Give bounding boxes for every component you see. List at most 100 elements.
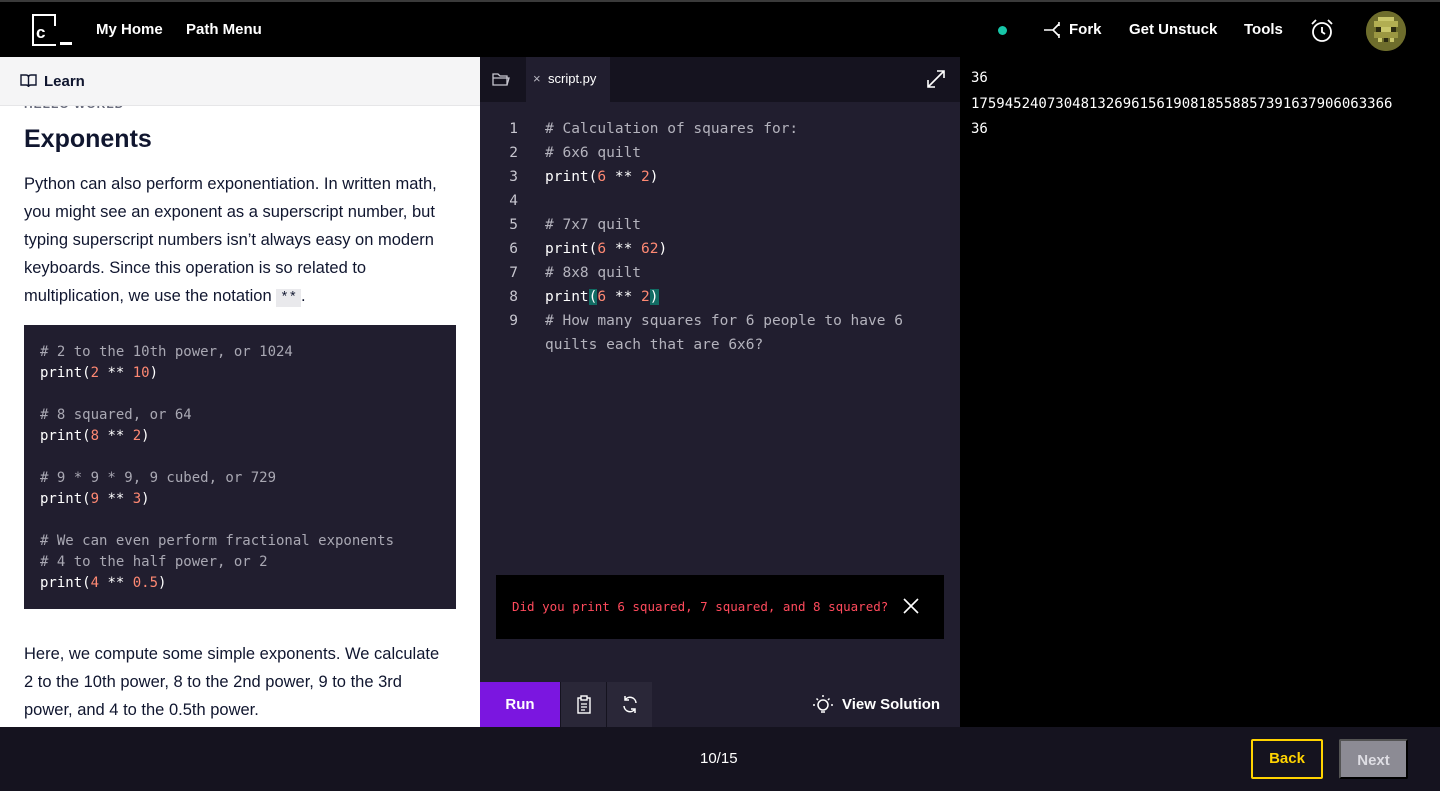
line-content[interactable]: print(6 ** 2) (545, 285, 659, 309)
my-home-link[interactable]: My Home (96, 21, 163, 38)
editor-line[interactable]: 1 # Calculation of squares for: (480, 117, 960, 141)
code-number: 3 (132, 491, 142, 507)
code-operator: ** (99, 575, 133, 591)
editor-line[interactable]: 5 # 7x7 quilt (480, 213, 960, 237)
output-terminal: 36 17594524073048132696156190818558857391… (960, 57, 1440, 727)
book-icon (20, 74, 37, 88)
avatar[interactable] (1366, 11, 1406, 51)
reset-code-button[interactable] (606, 682, 652, 727)
editor-line[interactable]: 6 print(6 ** 62) (480, 237, 960, 261)
lightbulb-icon (813, 694, 833, 713)
fork-icon[interactable] (1043, 21, 1063, 39)
code-token: print( (40, 365, 91, 381)
codecademy-logo[interactable]: c (32, 14, 74, 48)
code-sample-line: # We can even perform fractional exponen… (40, 531, 440, 552)
line-content[interactable]: # 6x6 quilt (545, 141, 641, 165)
code-number: 9 (90, 491, 100, 507)
next-button[interactable]: Next (1339, 739, 1408, 779)
code-operator: ** (99, 491, 133, 507)
avatar-pixel-icon (1366, 11, 1406, 51)
lesson-progress: 10/15 (700, 750, 738, 767)
code-comment: # 8x8 quilt (545, 265, 642, 281)
code-number: 0.5 (132, 575, 159, 591)
line-number: 3 (509, 169, 518, 185)
code-number: 6 (597, 169, 607, 185)
copy-code-button[interactable] (560, 682, 606, 727)
paragraph-text: Python can also perform exponentiation. … (24, 175, 437, 305)
code-token: print( (40, 428, 91, 444)
editor-line[interactable]: 7 # 8x8 quilt (480, 261, 960, 285)
tools-button[interactable]: Tools (1244, 21, 1283, 38)
line-content[interactable]: print(6 ** 2) (545, 165, 659, 189)
code-token: ) (141, 491, 150, 507)
code-comment: # 6x6 quilt (545, 145, 642, 161)
path-menu-link[interactable]: Path Menu (186, 21, 262, 38)
file-tab-script[interactable]: × script.py (526, 57, 610, 102)
editor-line[interactable]: 3 print(6 ** 2) (480, 165, 960, 189)
code-sample-line: # 9 * 9 * 9, 9 cubed, or 729 (40, 468, 440, 489)
code-comment: # 2 to the 10th power, or 1024 (40, 344, 293, 360)
code-token: ) (658, 241, 668, 257)
code-sample-line: print(8 ** 2) (40, 426, 440, 447)
editor-line[interactable]: 8 print(6 ** 2) (480, 285, 960, 309)
line-number: 2 (509, 145, 518, 161)
code-comment: quilts each that are 6x6? (545, 337, 764, 353)
code-operator: ** (606, 241, 642, 257)
code-comment: # How many squares for 6 people to have … (545, 313, 903, 329)
code-sample-line: print(9 ** 3) (40, 489, 440, 510)
file-tab-name: script.py (548, 71, 597, 86)
hint-message: Did you print 6 squared, 7 squared, and … (512, 599, 889, 614)
close-icon[interactable] (902, 597, 920, 615)
code-sample-line: print(4 ** 0.5) (40, 573, 440, 594)
code-operator: ** (606, 289, 642, 305)
code-token: print (545, 289, 589, 305)
code-comment: # We can even perform fractional exponen… (40, 533, 395, 549)
line-content[interactable]: # 7x7 quilt (545, 213, 641, 237)
output-line: 36 (971, 70, 988, 86)
editor-line[interactable]: quilts each that are 6x6? (480, 333, 960, 357)
learn-panel: Learn HELLO WORLD Exponents Python can a… (0, 57, 480, 727)
code-number: 62 (641, 241, 659, 257)
line-content[interactable]: quilts each that are 6x6? (545, 333, 763, 357)
learn-tab-label[interactable]: Learn (44, 73, 85, 90)
run-button[interactable]: Run (480, 682, 560, 727)
code-comment: # Calculation of squares for: (545, 121, 799, 137)
code-token: print( (40, 491, 91, 507)
code-token: ) (158, 575, 167, 591)
line-content[interactable]: # How many squares for 6 people to have … (545, 309, 903, 333)
code-sample-line (40, 384, 440, 405)
editor-line[interactable]: 4 (480, 189, 960, 213)
code-sample-line: # 4 to the half power, or 2 (40, 552, 440, 573)
line-content[interactable]: print(6 ** 62) (545, 237, 667, 261)
matched-bracket: ) (649, 289, 659, 305)
code-comment: # 8 squared, or 64 (40, 407, 192, 423)
get-unstuck-button[interactable]: Get Unstuck (1129, 21, 1217, 38)
back-button[interactable]: Back (1251, 739, 1323, 779)
lesson-title: Exponents (24, 125, 152, 153)
editor-line[interactable]: 2 # 6x6 quilt (480, 141, 960, 165)
code-operator: ** (606, 169, 642, 185)
close-tab-icon[interactable]: × (533, 71, 541, 86)
code-token: ) (149, 365, 159, 381)
output-line: 36 (971, 121, 988, 137)
connection-status-dot (998, 26, 1007, 35)
editor-line[interactable]: 9 # How many squares for 6 people to have… (480, 309, 960, 333)
top-navigation: c My Home Path Menu Fork Get Unstuck Too… (0, 0, 1440, 57)
code-token: print( (545, 241, 598, 257)
editor-toolbar: Run View Solution (480, 682, 960, 727)
line-content[interactable]: # 8x8 quilt (545, 261, 641, 285)
line-number: 8 (509, 289, 518, 305)
code-editor-lines[interactable]: 1 # Calculation of squares for: 2 # 6x6 qui… (480, 117, 960, 357)
hint-message-box: Did you print 6 squared, 7 squared, and … (496, 575, 944, 639)
line-content[interactable]: # Calculation of squares for: (545, 117, 798, 141)
view-solution-button[interactable]: View Solution (812, 682, 940, 727)
logo-letter: c (36, 23, 46, 42)
editor-tab-bar: × script.py (480, 57, 960, 102)
code-example-block: # 2 to the 10th power, or 1024 print(2 **… (24, 325, 456, 609)
fork-button[interactable]: Fork (1069, 21, 1102, 38)
folder-icon[interactable] (492, 71, 510, 87)
expand-icon[interactable] (926, 69, 946, 89)
line-number: 5 (509, 217, 518, 233)
alarm-clock-icon[interactable] (1309, 18, 1335, 44)
code-number: 2 (641, 289, 650, 305)
